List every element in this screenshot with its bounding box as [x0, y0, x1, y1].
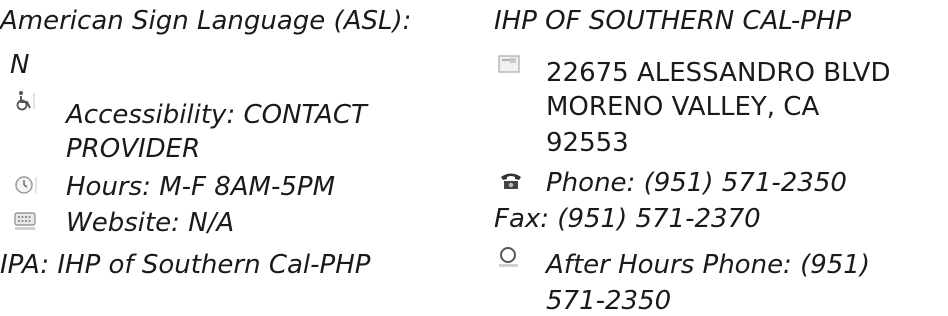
fax-text: Fax: (951) 571-2370 — [494, 204, 761, 234]
ipa-text: IPA: IHP of Southern Cal-PHP — [0, 250, 371, 280]
address-line2: MORENO VALLEY, CA — [546, 92, 820, 122]
after-hours-line1: After Hours Phone: (951) — [546, 250, 870, 280]
clock-icon — [14, 174, 38, 196]
accessibility-line2: PROVIDER — [66, 134, 201, 164]
after-hours-line2: 571-2350 — [546, 286, 672, 316]
hours-text: Hours: M-F 8AM-5PM — [66, 172, 336, 202]
website-text: Website: N/A — [66, 208, 235, 238]
phone-text: Phone: (951) 571-2350 — [546, 168, 847, 198]
keyboard-icon — [14, 210, 38, 232]
address-line1: 22675 ALESSANDRO BLVD — [546, 58, 891, 88]
address-line3: 92553 — [546, 128, 629, 158]
accessibility-line1: Accessibility: CONTACT — [66, 100, 367, 130]
map-icon — [498, 54, 522, 76]
after-hours-phone-icon — [498, 246, 522, 268]
asl-label: American Sign Language (ASL): — [0, 6, 412, 36]
asl-value: N — [10, 50, 30, 80]
wheelchair-icon — [14, 90, 38, 112]
provider-name: IHP OF SOUTHERN CAL-PHP — [494, 6, 852, 36]
telephone-icon — [500, 170, 524, 192]
